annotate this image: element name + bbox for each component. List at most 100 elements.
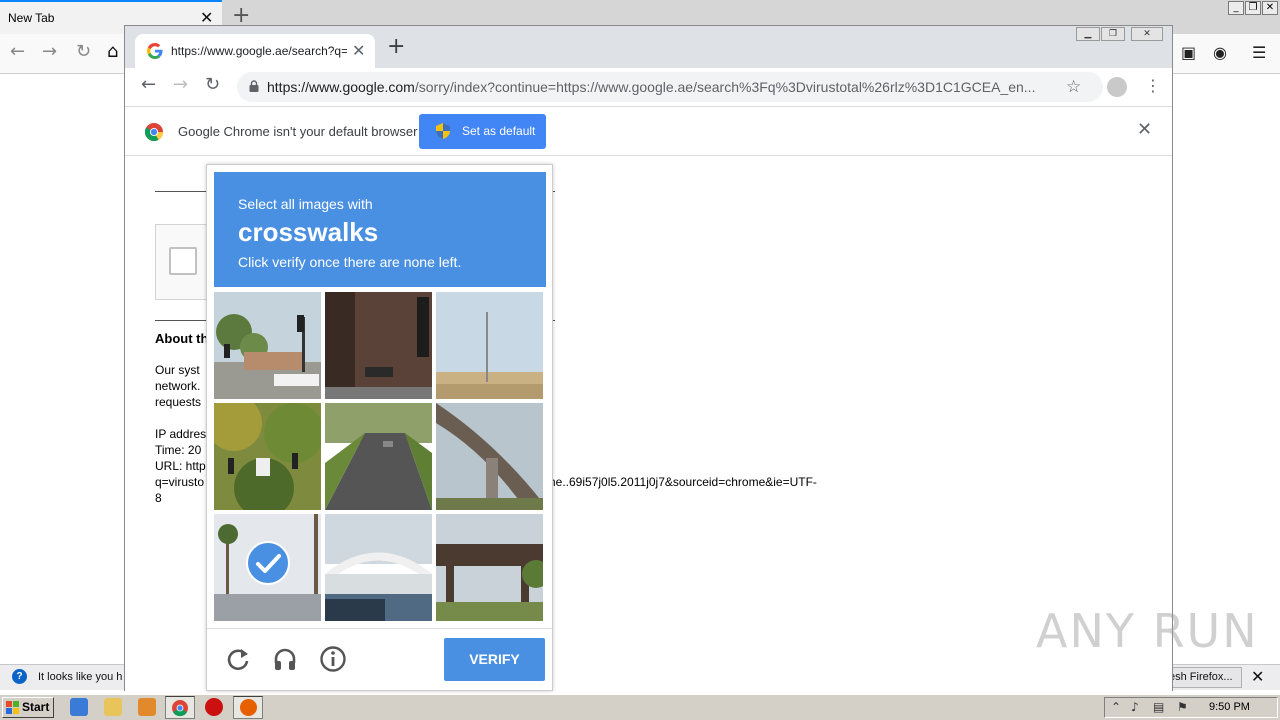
tile-open-field[interactable] [436,292,543,399]
reload-challenge-icon[interactable] [224,645,252,673]
lock-icon[interactable] [249,80,259,92]
paragraph-line: Our syst [155,363,200,377]
back-icon[interactable]: ← [141,74,156,95]
anyrun-watermark: ANY RUN [1036,604,1259,658]
road-photo [325,403,432,510]
firefox-tab-title: New Tab [8,11,55,25]
bookmark-star-icon[interactable]: ☆ [1066,77,1081,97]
start-label: Start [22,700,50,714]
info-icon[interactable] [319,645,347,673]
close-icon[interactable]: ✕ [1137,119,1152,140]
close-icon[interactable]: ✕ [1262,1,1278,15]
paragraph-line: requests [155,395,202,409]
audio-challenge-icon[interactable] [271,645,299,673]
tile-underpass[interactable] [436,514,543,621]
tile-traffic-light-trees[interactable] [214,403,321,510]
selected-check-icon [246,541,290,585]
flag-icon[interactable]: ⚑ [1177,700,1188,714]
field-photo [436,292,543,399]
chrome-tab[interactable]: https://www.google.ae/search?q=v ✕ [135,34,375,68]
restore-icon[interactable]: ❐ [1245,1,1261,15]
folder-icon[interactable] [104,698,122,716]
close-icon[interactable]: ✕ [1131,27,1163,41]
chevron-up-icon[interactable]: ⌃ [1111,700,1121,714]
divider [207,628,552,629]
back-icon[interactable]: ← [10,41,25,62]
opera-icon[interactable] [205,698,223,716]
overpass-photo [436,403,543,510]
set-as-default-button[interactable]: Set as default [419,114,546,149]
recaptcha-challenge: Select all images with crosswalks Click … [206,164,553,691]
url-line: q=virusto [155,475,205,489]
verify-button[interactable]: VERIFY [444,638,545,681]
url-host: https://www.google.com [267,79,415,95]
address-bar[interactable]: https://www.google.com/sorry/index?conti… [237,72,1103,102]
minimize-icon[interactable]: _ [1228,1,1244,15]
chrome-tabstrip: https://www.google.ae/search?q=v ✕ + ▁ ❐… [125,26,1172,68]
chrome-toolbar: ← → ↻ https://www.google.com/sorry/index… [125,68,1172,106]
reload-icon[interactable]: ↻ [205,74,220,95]
home-icon[interactable]: ⌂ [107,41,118,62]
firefox-icon [240,699,257,716]
challenge-prompt: Select all images with [238,196,373,212]
about-heading: About th [155,331,209,346]
system-tray: ⌃ ♪ ▤ ⚑ 9:50 PM [1104,697,1278,718]
infobar-text: Google Chrome isn't your default browser [178,124,418,139]
firefox-window-controls: _ ❐ ✕ [1228,1,1278,15]
taskbar: Start ⌃ ♪ ▤ ⚑ 9:50 PM [0,694,1280,720]
new-tab-icon[interactable]: + [387,36,405,58]
start-button[interactable]: Start [2,697,54,718]
recaptcha-checkbox[interactable] [169,247,197,275]
url-line: 8 [155,491,162,505]
bridge-photo [325,514,432,621]
tile-bridge-arch[interactable] [325,514,432,621]
tile-building-traffic-light[interactable] [325,292,432,399]
internet-explorer-icon[interactable] [70,698,88,716]
challenge-header: Select all images with crosswalks Click … [214,172,546,287]
default-browser-infobar: Google Chrome isn't your default browser… [125,106,1172,156]
chrome-icon [172,700,188,717]
url-tail-line: ome..69i57j0l5.2011j0j7&sourceid=chrome&… [539,475,817,489]
notification-text: It looks like you h [38,671,123,683]
time-line: Time: 20 [155,443,202,457]
clock: 9:50 PM [1209,701,1250,713]
set-as-default-label: Set as default [462,124,536,138]
close-icon[interactable]: ✕ [1251,667,1264,687]
sidebar-icon[interactable]: ▣ [1181,43,1196,62]
profile-avatar-icon[interactable] [1107,77,1127,97]
url-line: URL: http [155,459,206,473]
more-menu-icon[interactable]: ⋮ [1145,76,1161,95]
chrome-logo-icon [145,123,163,141]
menu-icon[interactable]: ☰ [1252,43,1266,62]
network-icon[interactable]: ▤ [1153,700,1164,714]
building-photo [325,292,432,399]
taskbar-chrome[interactable] [165,696,195,719]
taskbar-firefox[interactable] [233,696,263,719]
tile-overpass[interactable] [436,403,543,510]
forward-icon[interactable]: → [173,74,188,95]
windows-flag-icon [6,701,19,714]
url-path: /sorry/index?continue=https://www.google… [414,79,1036,95]
close-icon[interactable]: ✕ [352,41,365,61]
info-icon: ? [12,669,27,684]
media-player-icon[interactable] [138,698,156,716]
restore-icon[interactable]: ❐ [1101,27,1125,41]
challenge-target: crosswalks [238,217,379,247]
volume-icon[interactable]: ♪ [1131,700,1139,714]
chrome-tab-title: https://www.google.ae/search?q=v [171,44,347,58]
trees-photo [214,403,321,510]
tile-residential-street[interactable] [325,403,432,510]
street-photo [214,292,321,399]
forward-icon[interactable]: → [42,41,57,62]
challenge-instruction: Click verify once there are none left. [238,254,462,270]
url-text[interactable]: https://www.google.com/sorry/index?conti… [267,79,1057,95]
account-icon[interactable]: ◉ [1213,43,1227,62]
tile-traffic-light-street[interactable] [214,292,321,399]
tile-palm-tree-road[interactable] [214,514,321,621]
reload-icon[interactable]: ↻ [76,41,91,62]
google-icon [147,43,163,59]
shield-icon [436,123,450,139]
paragraph-line: network. [155,379,201,393]
refresh-firefox-button[interactable]: esh Firefox... [1166,667,1242,688]
minimize-icon[interactable]: ▁ [1076,27,1100,41]
